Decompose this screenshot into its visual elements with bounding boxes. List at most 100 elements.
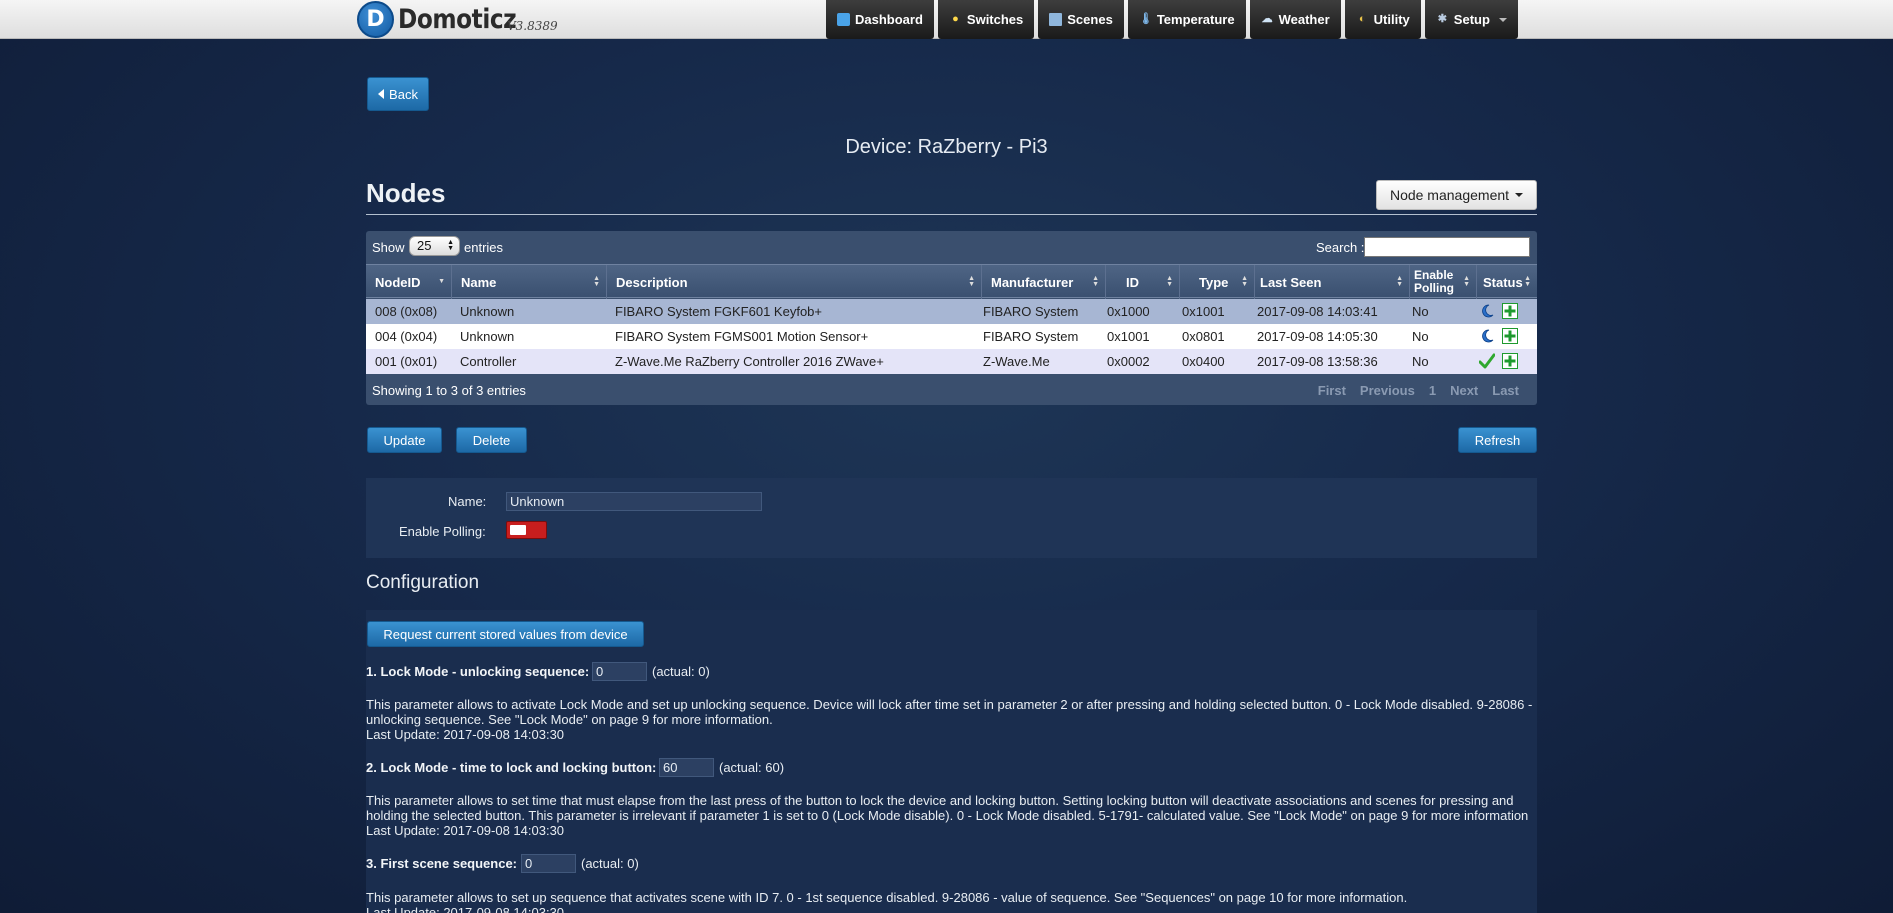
table-toolbar: Show 25 ▲ ▼ entries Search : [366,231,1537,263]
search-input[interactable] [1364,237,1530,257]
node-management-button[interactable]: Node management [1376,180,1537,210]
col-name[interactable]: Name ▲ ▼ [452,265,607,299]
add-node-icon[interactable] [1502,353,1518,369]
name-field[interactable] [506,492,762,511]
configuration-heading: Configuration [366,572,480,593]
pager-first[interactable]: First [1318,383,1346,398]
delete-label: Delete [472,432,511,448]
request-values-button[interactable]: Request current stored values from devic… [367,621,644,647]
polling-toggle[interactable] [506,521,547,539]
col-type[interactable]: Type ▲ ▼ [1180,265,1255,299]
cell-id: 0x0002 [1107,354,1150,369]
table-info: Showing 1 to 3 of 3 entries [372,383,526,398]
moon-sleeping-icon [1482,329,1494,343]
pager-last[interactable]: Last [1492,383,1519,398]
nav-label: Setup [1453,12,1490,27]
cell-name: Unknown [460,304,515,319]
select-arrows-icon: ▲ ▼ [447,239,454,252]
nav-scenes[interactable]: Scenes [1038,0,1124,39]
cell-description: FIBARO System FGMS001 Motion Sensor+ [615,329,869,344]
chevron-down-icon [1515,193,1524,197]
sort-icon: ▲ ▼ [1463,275,1470,288]
cell-manufacturer: Z-Wave.Me [983,354,1050,369]
sort-icon: ▲ ▼ [1396,275,1403,288]
cell-type: 0x1001 [1182,304,1225,319]
col-id[interactable]: ID ▲ ▼ [1106,265,1180,299]
nav-label: Temperature [1156,12,1235,27]
cell-id: 0x1001 [1107,329,1150,344]
last-update: Last Update: 2017-09-08 14:03:30 [366,727,565,742]
col-label: Last Seen [1260,274,1322,290]
checkmark-ok-icon [1479,353,1495,369]
back-button[interactable]: Back [367,77,429,111]
page-size-select[interactable]: 25 ▲ ▼ [409,236,460,256]
col-status[interactable]: Status ▲ ▼ [1477,265,1537,299]
add-node-icon[interactable] [1502,303,1518,319]
col-enable-polling[interactable]: Enable Polling ▲ ▼ [1410,265,1477,299]
chevron-down-icon [1498,17,1507,22]
divider [366,214,1537,215]
cell-type: 0x0801 [1182,329,1225,344]
nav-utility[interactable]: ◐ Utility [1344,0,1421,39]
domoticz-logo-icon: D [357,1,394,38]
nav-dashboard[interactable]: Dashboard [826,0,934,39]
table-row[interactable]: 001 (0x01) Controller Z-Wave.Me RaZberry… [366,349,1537,374]
sort-icon: ▲ ▼ [1092,275,1099,288]
col-label: Name [461,274,497,290]
col-label: Manufacturer [991,274,1074,290]
desc-line: This parameter allows to activate Lock M… [366,697,1533,712]
col-label: NodeID [375,274,421,290]
param-2-description: This parameter allows to set time that m… [366,793,1537,838]
pager-next[interactable]: Next [1450,383,1478,398]
add-node-icon[interactable] [1502,328,1518,344]
cell-id: 0x1000 [1107,304,1150,319]
param-1-input[interactable] [592,662,647,681]
cell-last-seen: 2017-09-08 14:05:30 [1257,329,1378,344]
cell-nodeid: 008 (0x08) [375,304,438,319]
desc-line: This parameter allows to set up sequence… [366,890,1408,905]
cell-last-seen: 2017-09-08 13:58:36 [1257,354,1378,369]
sort-desc-icon: ▼ [438,278,445,285]
cell-description: FIBARO System FGKF601 Keyfob+ [615,304,822,319]
page-title: Device: RaZberry - Pi3 [845,136,1048,158]
cell-nodeid: 001 (0x01) [375,354,438,369]
delete-button[interactable]: Delete [456,427,527,453]
nav-switches[interactable]: ● Switches [937,0,1035,39]
col-description[interactable]: Description ▲ ▼ [607,265,982,299]
app-logo[interactable]: D Domoticz V3.8389 [357,1,558,38]
nav-setup[interactable]: ✱ Setup [1424,0,1518,39]
toggle-knob [510,525,526,535]
utility-icon: ◐ [1358,13,1366,25]
sort-icon: ▲ ▼ [1241,275,1248,288]
lightbulb-icon: ● [952,13,959,25]
param-3-label: 3. First scene sequence: [366,856,518,871]
nav-label: Switches [966,12,1024,27]
refresh-button[interactable]: Refresh [1458,427,1537,453]
param-3-input[interactable] [521,854,576,873]
clapperboard-icon [1049,13,1063,26]
app-name: Domoticz [398,4,517,35]
last-update: Last Update: 2017-09-08 14:03:30 [366,905,565,913]
param-2-input[interactable] [659,758,714,777]
param-2-actual: (actual: 60) [719,760,785,775]
nav-weather[interactable]: ☁ Weather [1249,0,1341,39]
col-manufacturer[interactable]: Manufacturer ▲ ▼ [982,265,1106,299]
update-button[interactable]: Update [367,427,442,453]
sort-icon: ▲ ▼ [968,275,975,288]
request-values-label: Request current stored values from devic… [383,626,628,642]
nodes-table: Show 25 ▲ ▼ entries Search : NodeID ▼ Name… [366,231,1537,405]
col-last-seen[interactable]: Last Seen ▲ ▼ [1255,265,1410,299]
desc-line: unlocking sequence. See "Lock Mode" on p… [366,712,773,727]
polling-label: Enable Polling: [399,524,486,539]
nav-temperature[interactable]: 🌡 Temperature [1127,0,1246,39]
sort-icon: ▲ ▼ [1524,275,1531,288]
cell-polling: No [1412,354,1429,369]
col-nodeid[interactable]: NodeID ▼ [366,265,452,299]
cell-name: Controller [460,354,517,369]
table-row[interactable]: 008 (0x08) Unknown FIBARO System FGKF601… [366,299,1537,324]
thermometer-icon: 🌡 [1138,13,1153,25]
pager-page-1[interactable]: 1 [1429,383,1436,398]
arrow-left-icon [378,89,385,99]
table-row[interactable]: 004 (0x04) Unknown FIBARO System FGMS001… [366,324,1537,349]
pager-previous[interactable]: Previous [1360,383,1415,398]
